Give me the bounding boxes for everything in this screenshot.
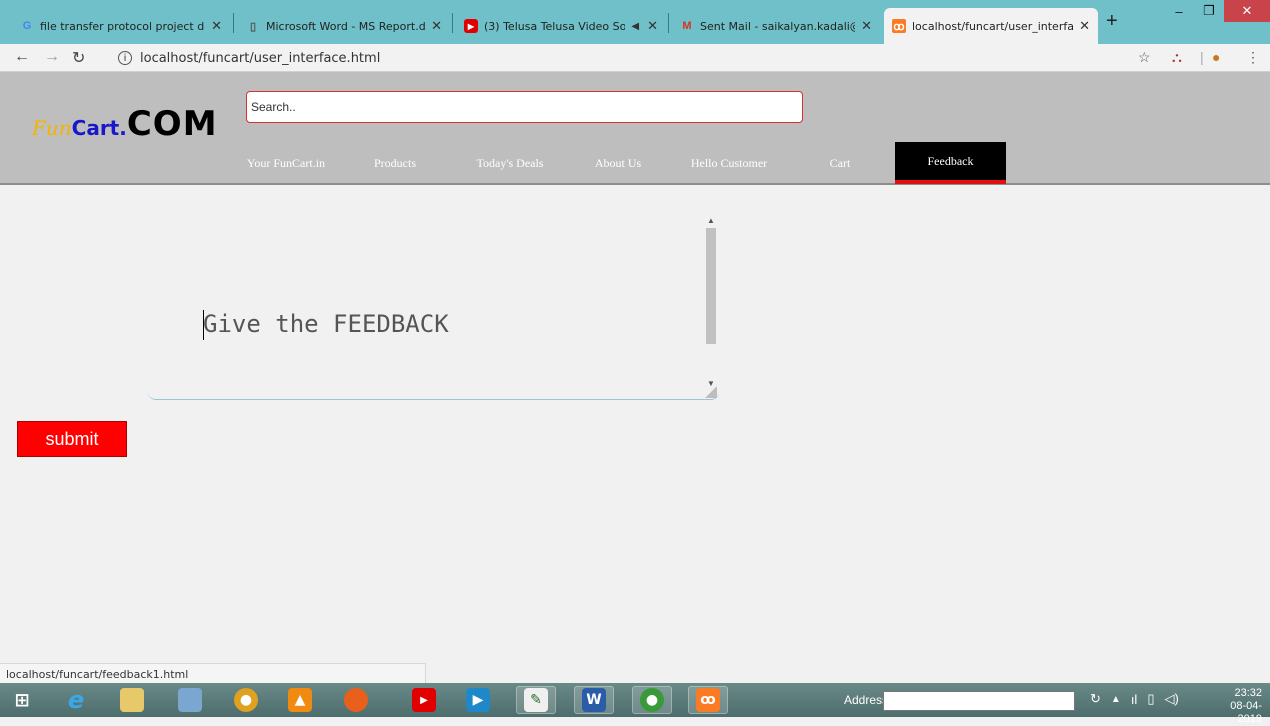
textarea-scrollbar[interactable]: ▲ ▼ (705, 214, 717, 388)
browser-tab-word[interactable]: ▯ Microsoft Word - MS Report.do ✕ (238, 8, 450, 44)
address-label: Address (844, 693, 889, 707)
pdf-extension-icon[interactable]: ⛬ (1172, 49, 1182, 66)
tab-label: Microsoft Word - MS Report.do (266, 19, 426, 33)
tab-label: localhost/funcart/user_interface (912, 19, 1074, 33)
nav-cart[interactable]: Cart (812, 142, 868, 184)
nav-hello-customer[interactable]: Hello Customer (674, 142, 784, 184)
tray-expand-icon[interactable]: ▲ (1111, 694, 1121, 705)
xampp-icon: ꝏ (892, 19, 906, 33)
text-caret (203, 310, 204, 340)
scroll-up-icon[interactable]: ▲ (705, 216, 717, 225)
logo-cart: Cart. (71, 116, 127, 140)
battery-icon[interactable]: ▯ (1147, 691, 1154, 707)
youtube-app-icon[interactable]: ▶ (404, 686, 444, 714)
tab-label: (3) Telusa Telusa Video Son (484, 19, 626, 33)
info-icon[interactable]: i (118, 51, 132, 65)
nav-feedback[interactable]: Feedback (895, 142, 1006, 184)
toolbar-divider: | (1200, 49, 1204, 65)
system-tray: ↻ ▲ ıl ▯ ◁) (1090, 691, 1179, 707)
network-signal-icon[interactable]: ıl (1131, 692, 1138, 707)
url-text: localhost/funcart/user_interface.html (140, 50, 381, 66)
browser-tab-active[interactable]: ꝏ localhost/funcart/user_interface ✕ (884, 8, 1098, 44)
profile-avatar-icon[interactable]: ● (1212, 49, 1220, 65)
reload-icon[interactable]: ↻ (72, 48, 85, 68)
firefox-icon[interactable] (336, 686, 376, 714)
status-bar: localhost/funcart/feedback1.html (0, 663, 426, 683)
site-header: Fun Cart. COM Your FunCart.in Products T… (0, 72, 1270, 185)
google-g-icon: G (22, 20, 32, 32)
nav-products[interactable]: Products (355, 142, 435, 184)
clock-date: 08-04-2019 (1230, 700, 1262, 725)
site-logo[interactable]: Fun Cart. COM (32, 104, 218, 144)
close-icon[interactable]: ✕ (211, 18, 222, 34)
menu-kebab-icon[interactable]: ⋮ (1246, 49, 1260, 66)
browser-tab-strip: G file transfer protocol project do ✕ ▯ … (0, 0, 1270, 44)
gmail-icon: M (682, 20, 692, 32)
nav-your-funcart[interactable]: Your FunCart.in (236, 142, 336, 184)
browser-tab-youtube[interactable]: ▶ (3) Telusa Telusa Video Son ◀ ✕ (456, 8, 666, 44)
clock-time: 23:32 (1234, 687, 1262, 699)
nav-about-us[interactable]: About Us (580, 142, 656, 184)
file-explorer-icon[interactable] (112, 686, 152, 714)
forward-arrow-icon[interactable]: → (44, 48, 60, 66)
logo-fun: Fun (32, 116, 72, 140)
feedback-box: ▲ ▼ (148, 214, 719, 400)
speaker-icon[interactable]: ◀ (631, 21, 639, 32)
chrome-running-icon[interactable]: ● (632, 686, 672, 714)
window-close-icon[interactable]: ✕ (1224, 0, 1270, 22)
back-arrow-icon[interactable]: ← (14, 48, 30, 66)
new-tab-button[interactable]: + (1106, 10, 1118, 33)
restore-icon[interactable]: ❐ (1194, 0, 1224, 22)
resize-handle-icon[interactable] (705, 386, 717, 398)
window-controls: – ❐ ✕ (1164, 0, 1270, 26)
tab-label: file transfer protocol project do (40, 19, 206, 33)
search-input[interactable] (246, 91, 803, 123)
submit-button[interactable]: submit (17, 421, 127, 457)
tab-separator (452, 13, 453, 33)
close-icon[interactable]: ✕ (431, 18, 442, 34)
tab-label: Sent Mail - saikalyan.kadali@gm (700, 19, 855, 33)
internet-explorer-icon[interactable]: e (56, 686, 96, 714)
bookmark-star-icon[interactable]: ☆ (1138, 49, 1151, 66)
tab-separator (233, 13, 234, 33)
media-player-icon[interactable]: ▶ (458, 686, 498, 714)
xampp-taskbar-icon[interactable]: ꝏ (688, 686, 728, 714)
browser-tab-gmail[interactable]: M Sent Mail - saikalyan.kadali@gm ✕ (672, 8, 880, 44)
close-icon[interactable]: ✕ (1079, 18, 1090, 34)
close-icon[interactable]: ✕ (861, 18, 872, 34)
paint-icon[interactable]: ✎ (516, 686, 556, 714)
taskbar-address-input[interactable] (883, 691, 1075, 711)
clock[interactable]: 23:32 08-04-2019 (1210, 687, 1262, 726)
scrollbar-thumb[interactable] (706, 228, 716, 344)
tool-icon[interactable] (170, 686, 210, 714)
start-windows-icon[interactable]: ⊞ (2, 686, 42, 714)
close-icon[interactable]: ✕ (647, 18, 658, 34)
logo-com: COM (126, 104, 218, 144)
word-icon[interactable]: W (574, 686, 614, 714)
minimize-icon[interactable]: – (1164, 0, 1194, 22)
chrome-icon[interactable]: ● (226, 686, 266, 714)
volume-icon[interactable]: ◁) (1164, 691, 1178, 707)
address-bar-row: ← → ↻ i localhost/funcart/user_interface… (0, 44, 1270, 72)
browser-tab-ftp[interactable]: G file transfer protocol project do ✕ (12, 8, 230, 44)
tab-separator (668, 13, 669, 33)
youtube-icon: ▶ (464, 19, 478, 33)
document-icon: ▯ (249, 20, 257, 33)
refresh-icon[interactable]: ↻ (1090, 691, 1101, 707)
windows-taskbar: ⊞ e ● ▲ ▶ ▶ ✎ W ● ꝏ Address ↻ ▲ ıl ▯ ◁) (0, 683, 1270, 725)
omnibox[interactable]: i localhost/funcart/user_interface.html (100, 47, 1130, 69)
vlc-icon[interactable]: ▲ (280, 686, 320, 714)
feedback-textarea[interactable] (148, 214, 719, 400)
nav-todays-deals[interactable]: Today's Deals (460, 142, 560, 184)
